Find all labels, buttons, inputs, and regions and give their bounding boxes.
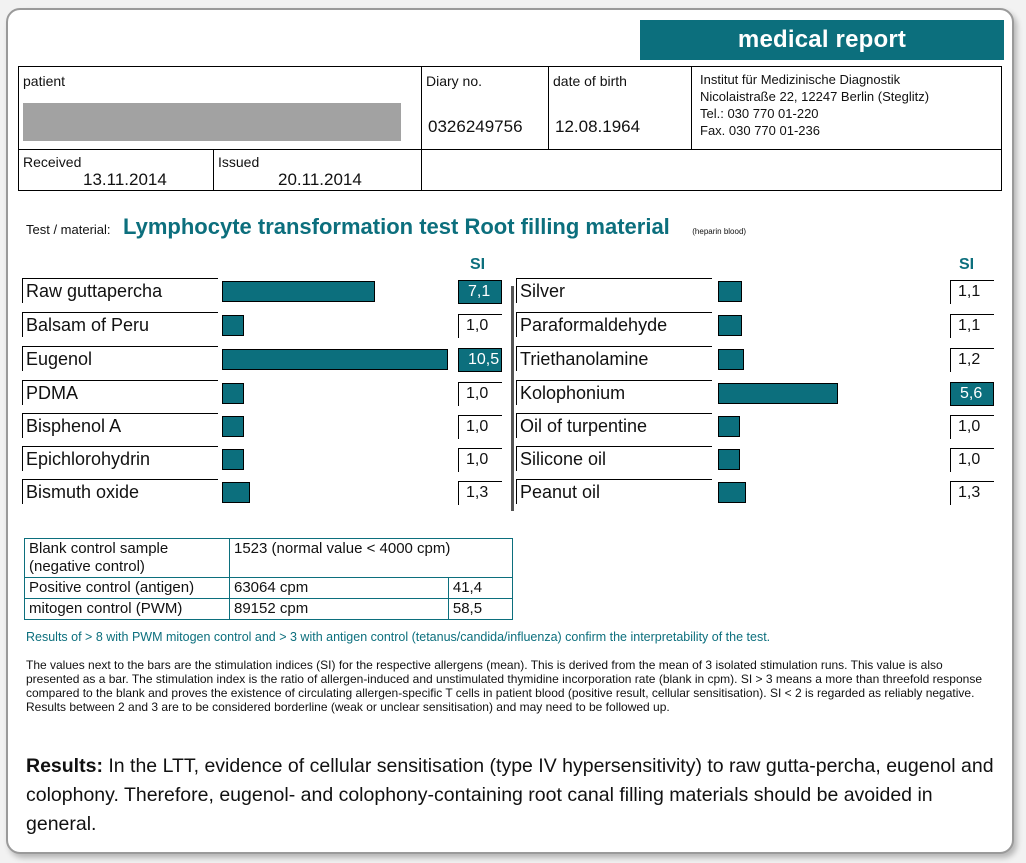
si-bar-left-0 — [222, 281, 375, 302]
diary-label: Diary no. — [426, 73, 483, 89]
si-value-right-5: 1,0 — [950, 448, 994, 472]
issued-cell: Issued 20.11.2014 — [213, 149, 422, 191]
si-value-right-6: 1,3 — [950, 481, 994, 505]
allergen-label-right-6: Peanut oil — [516, 479, 712, 504]
si-bar-left-2 — [222, 349, 448, 370]
si-value-right-3: 5,6 — [950, 382, 994, 406]
dob-label: date of birth — [553, 73, 627, 89]
si-value-left-2: 10,5 — [458, 348, 502, 372]
medical-report-card: medical report patient Diary no. 0326249… — [6, 8, 1014, 854]
received-cell: Received 13.11.2014 — [18, 149, 214, 191]
results-label: Results: — [26, 755, 103, 777]
blank-control-value: 1523 (normal value < 4000 cpm) — [229, 538, 513, 578]
si-bar-left-6 — [222, 482, 250, 503]
si-bar-right-0 — [718, 281, 742, 302]
si-bar-left-4 — [222, 416, 244, 437]
si-value-left-4: 1,0 — [458, 415, 502, 439]
test-line: Test / material: Lymphocyte transformati… — [26, 214, 746, 240]
si-value-left-0: 7,1 — [458, 280, 502, 304]
si-bar-right-3 — [718, 383, 838, 404]
results-text: In the LTT, evidence of cellular sensiti… — [26, 755, 994, 835]
si-value-right-1: 1,1 — [950, 314, 994, 338]
si-value-right-0: 1,1 — [950, 280, 994, 304]
si-value-left-1: 1,0 — [458, 314, 502, 338]
si-bar-right-5 — [718, 449, 740, 470]
control-table: Blank control sample (negative control) … — [24, 538, 514, 620]
si-value-left-3: 1,0 — [458, 382, 502, 406]
allergen-label-right-1: Paraformaldehyde — [516, 312, 712, 337]
si-bar-right-6 — [718, 482, 746, 503]
report-banner: medical report — [640, 20, 1004, 60]
si-value-right-2: 1,2 — [950, 348, 994, 372]
interpretation-note: Results of > 8 with PWM mitogen control … — [26, 630, 771, 644]
patient-redaction — [23, 103, 401, 141]
diary-value: 0326249756 — [428, 117, 523, 136]
explanation-text: The values next to the bars are the stim… — [26, 658, 982, 714]
issued-value: 20.11.2014 — [278, 170, 362, 189]
si-value-right-4: 1,0 — [950, 415, 994, 439]
positive-control-label: Positive control (antigen) — [24, 577, 230, 599]
si-bar-right-4 — [718, 416, 740, 437]
si-header-right: SI — [959, 256, 975, 273]
si-value-left-6: 1,3 — [458, 481, 502, 505]
positive-control-value: 63064 cpm — [229, 577, 449, 599]
results-section: Results: In the LTT, evidence of cellula… — [26, 752, 1006, 839]
issued-label: Issued — [218, 154, 260, 170]
allergen-label-left-2: Eugenol — [22, 346, 218, 371]
si-bar-right-2 — [718, 349, 744, 370]
institute-cell: Institut für Medizinische Diagnostik Nic… — [691, 66, 1002, 150]
allergen-label-right-0: Silver — [516, 278, 712, 303]
received-value: 13.11.2014 — [83, 170, 167, 189]
mitogen-control-si: 58,5 — [447, 598, 514, 620]
institute-address: Institut für Medizinische Diagnostik Nic… — [700, 72, 930, 138]
empty-cell — [421, 149, 1002, 191]
allergen-label-right-2: Triethanolamine — [516, 346, 712, 371]
positive-control-si: 41,4 — [447, 577, 514, 599]
patient-label: patient — [23, 73, 66, 89]
test-label: Test / material: — [26, 222, 111, 237]
patient-cell: patient — [18, 66, 422, 150]
si-header-left: SI — [470, 256, 486, 273]
allergen-label-left-1: Balsam of Peru — [22, 312, 218, 337]
dob-value: 12.08.1964 — [555, 117, 641, 136]
diary-cell: Diary no. 0326249756 — [421, 66, 549, 150]
received-label: Received — [23, 154, 82, 170]
mitogen-control-label: mitogen control (PWM) — [24, 598, 230, 620]
column-separator — [511, 286, 514, 511]
report-header: patient Diary no. 0326249756 date of bir… — [18, 66, 1002, 191]
allergen-label-left-4: Bisphenol A — [22, 413, 218, 438]
si-bar-left-1 — [222, 315, 244, 336]
allergen-label-right-5: Silicone oil — [516, 446, 712, 471]
allergen-label-right-3: Kolophonium — [516, 380, 712, 405]
mitogen-control-value: 89152 cpm — [229, 598, 449, 620]
si-bar-left-3 — [222, 383, 244, 404]
allergen-label-right-4: Oil of turpentine — [516, 413, 712, 438]
allergen-label-left-0: Raw guttapercha — [22, 278, 218, 303]
allergen-label-left-6: Bismuth oxide — [22, 479, 218, 504]
si-bar-left-5 — [222, 449, 244, 470]
dob-cell: date of birth 12.08.1964 — [548, 66, 692, 150]
allergen-label-left-5: Epichlorohydrin — [22, 446, 218, 471]
test-title: Lymphocyte transformation test Root fill… — [122, 214, 670, 239]
test-note: (heparin blood) — [692, 227, 747, 236]
allergen-label-left-3: PDMA — [22, 380, 218, 405]
si-value-left-5: 1,0 — [458, 448, 502, 472]
si-bar-right-1 — [718, 315, 742, 336]
blank-control-label: Blank control sample (negative control) — [24, 538, 230, 578]
